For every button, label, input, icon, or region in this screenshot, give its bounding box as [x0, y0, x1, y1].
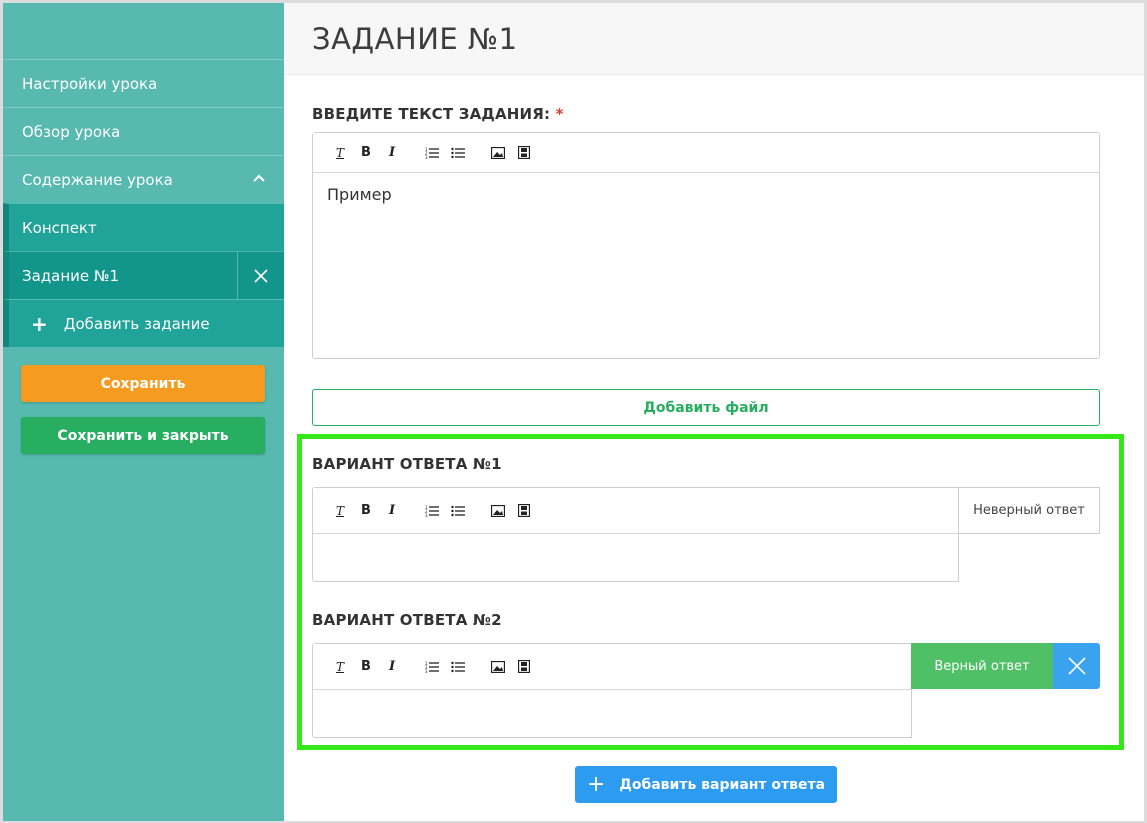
- numbered-list-icon[interactable]: 123: [419, 501, 445, 521]
- image-icon[interactable]: [485, 143, 511, 163]
- sidebar-item-label: Обзор урока: [22, 122, 121, 141]
- svg-text:3: 3: [425, 669, 428, 673]
- bullet-list-icon[interactable]: [445, 657, 471, 677]
- bold-icon[interactable]: B: [353, 501, 379, 521]
- bold-icon[interactable]: B: [353, 143, 379, 163]
- editor-toolbar: T B I 123: [313, 488, 958, 534]
- close-icon: [254, 268, 268, 283]
- required-mark: *: [555, 105, 564, 123]
- bullet-list-icon[interactable]: [445, 143, 471, 163]
- image-icon[interactable]: [485, 657, 511, 677]
- answer-1-status-toggle[interactable]: Неверный ответ: [958, 487, 1100, 534]
- delete-task-button[interactable]: [237, 252, 284, 299]
- task-text-content[interactable]: Пример: [313, 173, 1099, 216]
- add-answer-button[interactable]: + Добавить вариант ответа: [575, 766, 837, 803]
- add-task-button[interactable]: + Добавить задание: [3, 299, 284, 347]
- answer-1-label: ВАРИАНТ ОТВЕТА №1: [312, 455, 502, 473]
- svg-text:3: 3: [425, 513, 428, 517]
- clear-format-icon[interactable]: T: [327, 143, 353, 163]
- italic-icon[interactable]: I: [379, 143, 405, 163]
- numbered-list-icon[interactable]: 123: [419, 657, 445, 677]
- plus-icon: +: [31, 311, 48, 336]
- main-content: ЗАДАНИЕ №1 ВВЕДИТЕ ТЕКСТ ЗАДАНИЯ: * T B …: [284, 3, 1144, 821]
- page-header: ЗАДАНИЕ №1: [284, 3, 1144, 75]
- page-title: ЗАДАНИЕ №1: [312, 21, 518, 56]
- clear-format-icon[interactable]: T: [327, 657, 353, 677]
- sidebar-header: [3, 3, 284, 59]
- sidebar-item-lesson-content[interactable]: Содержание урока: [3, 155, 284, 203]
- sidebar-item-lesson-overview[interactable]: Обзор урока: [3, 107, 284, 155]
- sidebar-item-label: Конспект: [22, 218, 97, 237]
- video-icon[interactable]: [511, 143, 537, 163]
- sidebar-item-label: Настройки урока: [22, 74, 158, 93]
- clear-format-icon[interactable]: T: [327, 501, 353, 521]
- add-file-button[interactable]: Добавить файл: [312, 389, 1100, 426]
- bullet-list-icon[interactable]: [445, 501, 471, 521]
- delete-answer-2-button[interactable]: [1053, 643, 1100, 689]
- sidebar-item-label: Задание №1: [22, 266, 120, 285]
- sidebar-item-lesson-settings[interactable]: Настройки урока: [3, 59, 284, 107]
- numbered-list-icon[interactable]: 123: [419, 143, 445, 163]
- image-icon[interactable]: [485, 501, 511, 521]
- answer-2-status-toggle[interactable]: Верный ответ: [911, 643, 1053, 689]
- sidebar-item-summary[interactable]: Конспект: [3, 203, 284, 251]
- plus-icon: +: [586, 771, 606, 797]
- save-button[interactable]: Сохранить: [21, 365, 265, 402]
- answer-2-content[interactable]: [313, 690, 911, 714]
- close-icon: [1067, 657, 1086, 675]
- bold-icon[interactable]: B: [353, 657, 379, 677]
- editor-toolbar: T B I 123: [313, 644, 911, 690]
- italic-icon[interactable]: I: [379, 501, 405, 521]
- sidebar-item-task-1[interactable]: Задание №1: [3, 251, 284, 299]
- save-and-close-button[interactable]: Сохранить и закрыть: [21, 417, 265, 454]
- answer-2-editor[interactable]: T B I 123: [312, 643, 912, 738]
- sidebar: Настройки урока Обзор урока Содержание у…: [3, 3, 284, 821]
- answer-2-label: ВАРИАНТ ОТВЕТА №2: [312, 611, 502, 629]
- add-task-label: Добавить задание: [63, 314, 210, 333]
- video-icon[interactable]: [511, 501, 537, 521]
- answer-1-editor[interactable]: T B I 123: [312, 487, 959, 582]
- task-text-editor[interactable]: T B I 123 Пример: [312, 132, 1100, 359]
- editor-toolbar: T B I 123: [313, 133, 1099, 173]
- sidebar-item-label: Содержание урока: [22, 170, 173, 189]
- video-icon[interactable]: [511, 657, 537, 677]
- answer-1-content[interactable]: [313, 534, 958, 558]
- task-text-label: ВВЕДИТЕ ТЕКСТ ЗАДАНИЯ: *: [312, 105, 564, 123]
- italic-icon[interactable]: I: [379, 657, 405, 677]
- add-answer-label: Добавить вариант ответа: [619, 776, 826, 793]
- svg-text:3: 3: [425, 155, 428, 159]
- chevron-up-icon: [253, 174, 265, 182]
